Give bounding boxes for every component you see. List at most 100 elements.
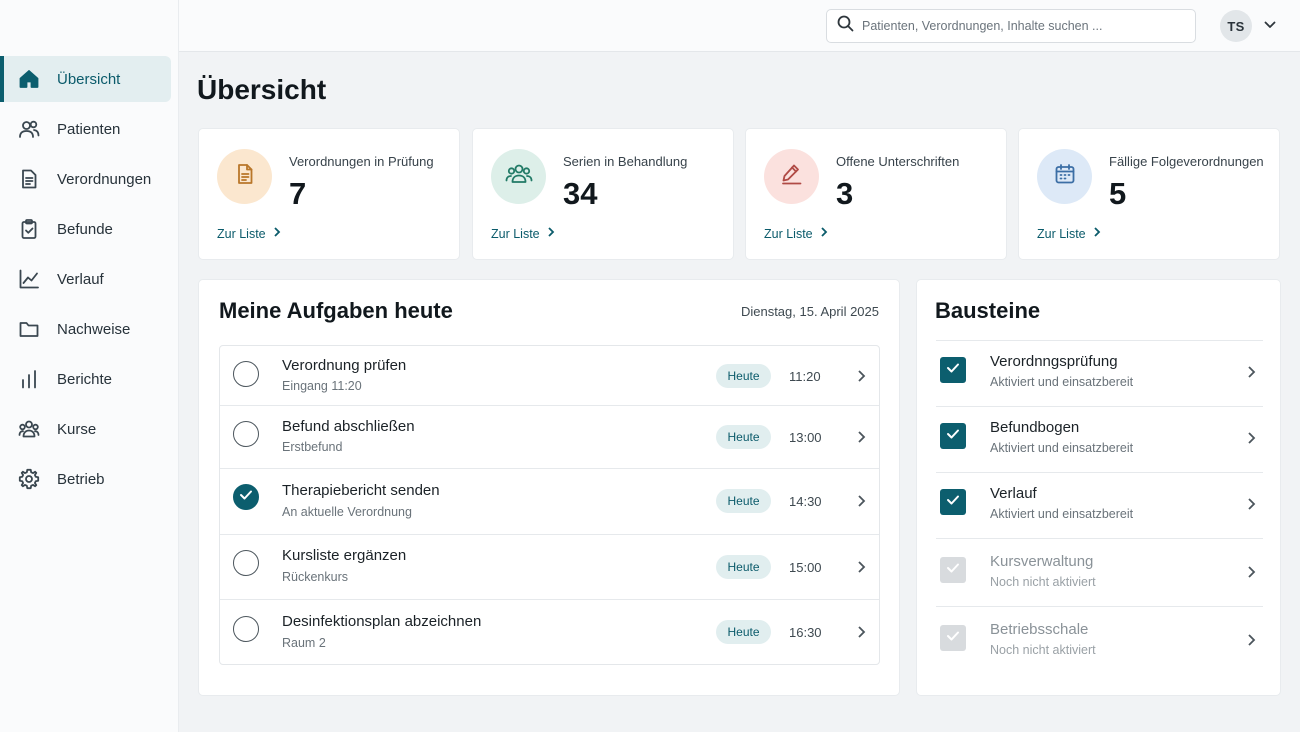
document-icon — [18, 168, 40, 190]
task-checkbox[interactable] — [233, 616, 259, 642]
calendar-icon — [1053, 162, 1077, 191]
module-row[interactable]: Verordnngsprüfung Aktiviert und einsatzb… — [936, 340, 1263, 406]
module-checkbox-disabled[interactable] — [940, 557, 966, 583]
link-label: Zur Liste — [1037, 226, 1086, 241]
chevron-down-icon[interactable] — [1263, 18, 1277, 32]
avatar[interactable]: TS — [1220, 10, 1252, 42]
task-title: Therapiebericht senden — [282, 482, 440, 499]
module-status: Aktiviert und einsatzbereit — [990, 507, 1134, 521]
module-status: Noch nicht aktiviert — [990, 643, 1096, 657]
checkmark-icon — [946, 493, 960, 511]
sidebar-item-nachweise[interactable]: Nachweise — [0, 306, 171, 352]
task-row[interactable]: Befund abschließen Erstbefund Heute 13:0… — [220, 406, 879, 469]
chevron-right-icon — [540, 226, 555, 241]
module-title: Betriebsschale — [990, 621, 1089, 638]
today-badge: Heute — [716, 364, 771, 388]
zur-liste-link[interactable]: Zur Liste — [491, 226, 555, 241]
sidebar-nav: Übersicht Patienten Verordnungen Befunde… — [0, 56, 179, 506]
stat-card-offene-unterschriften: Offene Unterschriften 3 Zur Liste — [745, 128, 1007, 260]
zur-liste-link[interactable]: Zur Liste — [1037, 226, 1101, 241]
topbar: TS — [179, 0, 1300, 52]
module-row[interactable]: Befundbogen Aktiviert und einsatzbereit — [936, 406, 1263, 472]
checkmark-icon — [946, 629, 960, 647]
chevron-right-icon — [1246, 431, 1256, 445]
task-title: Verordnung prüfen — [282, 357, 407, 374]
chevron-right-icon — [266, 226, 281, 241]
task-checkbox[interactable] — [233, 550, 259, 576]
chevron-right-icon — [856, 625, 866, 639]
bar-chart-icon — [18, 368, 40, 390]
search-input[interactable] — [862, 19, 1182, 33]
module-checkbox-disabled[interactable] — [940, 625, 966, 651]
task-checkbox-checked[interactable] — [233, 484, 259, 510]
tasks-panel: Meine Aufgaben heute Dienstag, 15. April… — [198, 279, 900, 696]
task-title: Befund abschließen — [282, 418, 415, 435]
sidebar-item-betrieb[interactable]: Betrieb — [0, 456, 171, 502]
sidebar-item-label: Befunde — [57, 220, 113, 238]
stat-label: Serien in Behandlung — [563, 154, 688, 169]
sidebar-item-label: Betrieb — [57, 470, 105, 488]
sidebar-item-label: Berichte — [57, 370, 113, 388]
task-checkbox[interactable] — [233, 421, 259, 447]
tasks-date: Dienstag, 15. April 2025 — [740, 304, 879, 319]
task-row[interactable]: Kursliste ergänzen Rückenkurs Heute 15:0… — [220, 535, 879, 600]
checkmark-icon — [946, 427, 960, 445]
home-icon — [18, 68, 40, 90]
page-title: Übersicht — [197, 74, 327, 105]
module-status: Aktiviert und einsatzbereit — [990, 375, 1134, 389]
stat-label: Fällige Folgeverordnungen — [1109, 154, 1264, 169]
sidebar-item-patienten[interactable]: Patienten — [0, 106, 171, 152]
sidebar-item-uebersicht[interactable]: Übersicht — [0, 56, 171, 102]
module-row[interactable]: Verlauf Aktiviert und einsatzbereit — [936, 472, 1263, 538]
stat-card-verordnungen-pruefung: Verordnungen in Prüfung 7 Zur Liste — [198, 128, 460, 260]
module-status: Aktiviert und einsatzbereit — [990, 441, 1134, 455]
link-label: Zur Liste — [217, 226, 266, 241]
link-label: Zur Liste — [491, 226, 540, 241]
chevron-right-icon — [1246, 565, 1256, 579]
module-checkbox-checked[interactable] — [940, 357, 966, 383]
module-title: Kursverwaltung — [990, 553, 1094, 570]
sidebar-item-verordnungen[interactable]: Verordnungen — [0, 156, 171, 202]
today-badge: Heute — [716, 620, 771, 644]
search-box[interactable] — [826, 9, 1196, 43]
module-list: Verordnngsprüfung Aktiviert und einsatzb… — [936, 340, 1263, 674]
task-subtitle: An aktuelle Verordnung — [282, 505, 412, 519]
module-checkbox-checked[interactable] — [940, 489, 966, 515]
stat-label: Offene Unterschriften — [836, 154, 960, 169]
module-row[interactable]: Betriebsschale Noch nicht aktiviert — [936, 606, 1263, 674]
stat-value: 3 — [836, 176, 854, 211]
chevron-right-icon — [1246, 497, 1256, 511]
module-status: Noch nicht aktiviert — [990, 575, 1096, 589]
stat-value: 34 — [563, 176, 598, 211]
checkmark-icon — [239, 488, 253, 506]
zur-liste-link[interactable]: Zur Liste — [217, 226, 281, 241]
module-checkbox-checked[interactable] — [940, 423, 966, 449]
gear-icon — [18, 468, 40, 490]
task-time: 11:20 — [789, 369, 821, 384]
task-checkbox[interactable] — [233, 361, 259, 387]
task-title: Kursliste ergänzen — [282, 547, 407, 564]
stat-value: 5 — [1109, 176, 1127, 211]
task-row[interactable]: Therapiebericht senden An aktuelle Veror… — [220, 469, 879, 535]
sidebar-item-label: Kurse — [57, 420, 97, 438]
line-chart-icon — [18, 268, 40, 290]
module-row[interactable]: Kursverwaltung Noch nicht aktiviert — [936, 538, 1263, 606]
stat-card-serien-behandlung: Serien in Behandlung 34 Zur Liste — [472, 128, 734, 260]
chevron-right-icon — [856, 430, 866, 444]
task-row[interactable]: Desinfektionsplan abzeichnen Raum 2 Heut… — [220, 600, 879, 664]
sidebar-item-kurse[interactable]: Kurse — [0, 406, 171, 452]
sidebar-item-befunde[interactable]: Befunde — [0, 206, 171, 252]
checkmark-icon — [946, 361, 960, 379]
task-time: 14:30 — [789, 494, 822, 509]
stat-value: 7 — [289, 176, 307, 211]
task-time: 15:00 — [789, 560, 822, 575]
stat-label: Verordnungen in Prüfung — [289, 154, 434, 169]
sidebar-item-label: Verordnungen — [57, 170, 152, 188]
task-row[interactable]: Verordnung prüfen Eingang 11:20 Heute 11… — [220, 346, 879, 406]
sidebar-item-label: Verlauf — [57, 270, 104, 288]
chevron-right-icon — [856, 494, 866, 508]
users-icon — [505, 162, 533, 191]
sidebar-item-verlauf[interactable]: Verlauf — [0, 256, 171, 302]
zur-liste-link[interactable]: Zur Liste — [764, 226, 828, 241]
sidebar-item-berichte[interactable]: Berichte — [0, 356, 171, 402]
